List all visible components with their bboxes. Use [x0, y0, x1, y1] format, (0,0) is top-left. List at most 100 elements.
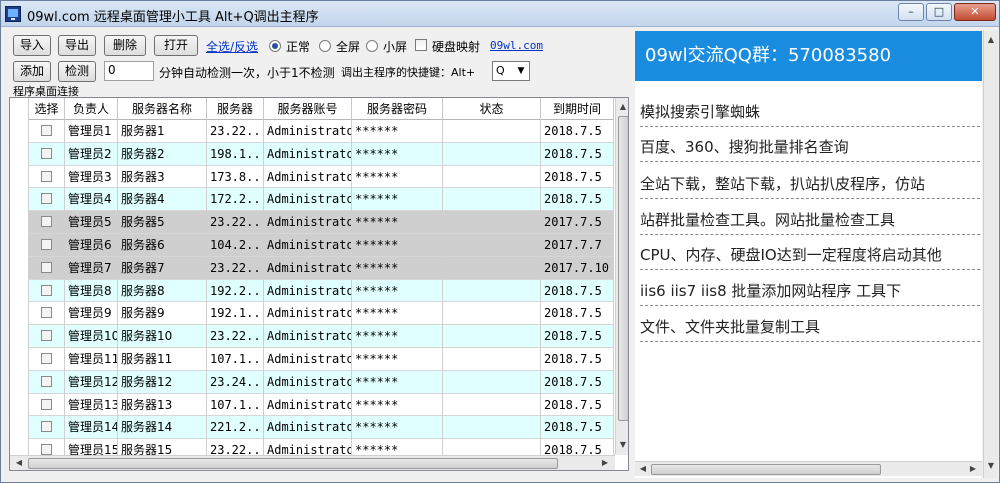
scroll-right-icon[interactable]: ▶: [966, 462, 980, 476]
table-row[interactable]: 管理员2 服务器2 198.1... Administrator ****** 2018.…: [10, 142, 614, 166]
mode-fullscreen-radio[interactable]: [319, 40, 331, 52]
mode-normal-radio[interactable]: [269, 40, 281, 52]
row-header[interactable]: [10, 302, 29, 326]
scroll-up-icon[interactable]: ▲: [616, 100, 628, 114]
disk-map-checkbox[interactable]: [415, 39, 427, 51]
horizontal-scrollbar[interactable]: ◀ ▶: [10, 455, 615, 470]
table-row[interactable]: 管理员4 服务器4 172.2... Administrator ****** 2018.…: [10, 188, 614, 212]
column-header[interactable]: 服务器账号: [264, 98, 352, 120]
row-header[interactable]: [10, 188, 29, 212]
row-header[interactable]: [10, 416, 29, 440]
ad-link[interactable]: CPU、内存、硬盘IO达到一定程度将启动其他: [640, 240, 980, 270]
select-cell[interactable]: [29, 279, 65, 303]
import-button[interactable]: 导入: [13, 35, 51, 56]
table-row[interactable]: 管理员6 服务器6 104.2... Administrator ****** 2017.…: [10, 233, 614, 257]
table-row[interactable]: 管理员7 服务器7 23.22... Administrator ****** 2017.…: [10, 256, 614, 280]
select-cell[interactable]: [29, 416, 65, 440]
row-header[interactable]: [10, 393, 29, 417]
row-header[interactable]: [10, 120, 29, 143]
row-checkbox[interactable]: [41, 238, 52, 250]
scroll-down-icon[interactable]: ▼: [616, 438, 628, 452]
row-checkbox[interactable]: [41, 170, 52, 182]
select-cell[interactable]: [29, 393, 65, 417]
table-row[interactable]: 管理员1 服务器1 23.22... Administrator ****** 2018.…: [10, 120, 614, 143]
select-cell[interactable]: [29, 233, 65, 257]
select-cell[interactable]: [29, 188, 65, 212]
export-button[interactable]: 导出: [58, 35, 96, 56]
select-cell[interactable]: [29, 302, 65, 326]
ad-link[interactable]: 文件、文件夹批量复制工具: [640, 312, 980, 342]
scroll-left-icon[interactable]: ◀: [636, 462, 650, 476]
ad-link[interactable]: 模拟搜索引擎蜘蛛: [640, 97, 980, 127]
table-row[interactable]: 管理员5 服务器5 23.22... Administrator ****** 2017.…: [10, 211, 614, 234]
row-header[interactable]: [10, 165, 29, 189]
table-row[interactable]: 管理员11 服务器11 107.1... Administrator ****** 201…: [10, 347, 614, 371]
scroll-left-icon[interactable]: ◀: [12, 456, 26, 470]
row-checkbox[interactable]: [41, 147, 52, 159]
table-row[interactable]: 管理员3 服务器3 173.8... Administrator ****** 2018.…: [10, 165, 614, 189]
open-button[interactable]: 打开: [154, 35, 198, 56]
table-row[interactable]: 管理员14 服务器14 221.2... Administrator ****** 201…: [10, 416, 614, 440]
row-checkbox[interactable]: [41, 261, 52, 273]
row-checkbox[interactable]: [41, 216, 52, 228]
qq-group-banner[interactable]: 09wl交流QQ群：570083580: [635, 31, 982, 81]
table-row[interactable]: 管理员12 服务器12 23.24... Administrator ****** 201…: [10, 370, 614, 394]
ad-horizontal-scrollbar[interactable]: ◀ ▶: [635, 461, 982, 476]
select-cell[interactable]: [29, 347, 65, 371]
title-bar[interactable]: 09wl.com 远程桌面管理小工具 Alt+Q调出主程序 – □ ✕: [1, 1, 999, 27]
select-cell[interactable]: [29, 325, 65, 348]
column-header[interactable]: 状态: [443, 98, 541, 120]
row-header[interactable]: [10, 325, 29, 348]
column-header[interactable]: 选择: [29, 98, 65, 120]
scroll-up-icon[interactable]: ▲: [984, 33, 998, 47]
row-header[interactable]: [10, 279, 29, 303]
ad-vertical-scrollbar[interactable]: ▲ ▼: [983, 31, 998, 478]
row-checkbox[interactable]: [41, 444, 52, 456]
select-cell[interactable]: [29, 142, 65, 166]
scroll-down-icon[interactable]: ▼: [984, 459, 998, 473]
mode-small-radio[interactable]: [366, 40, 378, 52]
select-cell[interactable]: [29, 120, 65, 143]
ad-link[interactable]: 百度、360、搜狗批量排名查询: [640, 132, 980, 162]
close-button[interactable]: ✕: [954, 3, 996, 21]
table-row[interactable]: 管理员10 服务器10 23.22... Administrator ****** 201…: [10, 325, 614, 348]
minimize-button[interactable]: –: [898, 3, 924, 21]
hotkey-select[interactable]: Q ▼: [492, 61, 530, 81]
vertical-scroll-thumb[interactable]: [618, 116, 628, 421]
table-row[interactable]: 管理员13 服务器13 107.1... Administrator ****** 201…: [10, 393, 614, 417]
row-header[interactable]: [10, 370, 29, 394]
row-checkbox[interactable]: [41, 352, 52, 364]
row-checkbox[interactable]: [41, 125, 52, 136]
vertical-scrollbar[interactable]: ▲ ▼: [615, 98, 628, 455]
interval-input[interactable]: 0: [104, 61, 154, 81]
table-row[interactable]: 管理员9 服务器9 192.1... Administrator ****** 2018.…: [10, 302, 614, 326]
select-cell[interactable]: [29, 370, 65, 394]
row-checkbox[interactable]: [41, 375, 52, 387]
add-button[interactable]: 添加: [13, 61, 51, 82]
row-checkbox[interactable]: [41, 398, 52, 410]
select-all-link[interactable]: 全选/反选: [206, 38, 258, 55]
select-cell[interactable]: [29, 165, 65, 189]
select-cell[interactable]: [29, 211, 65, 234]
detect-button[interactable]: 检测: [58, 61, 96, 82]
row-checkbox[interactable]: [41, 284, 52, 296]
row-checkbox[interactable]: [41, 421, 52, 433]
row-header[interactable]: [10, 233, 29, 257]
row-header[interactable]: [10, 211, 29, 234]
row-checkbox[interactable]: [41, 307, 52, 319]
column-header[interactable]: 服务器名称: [118, 98, 207, 120]
row-header[interactable]: [10, 256, 29, 280]
row-header[interactable]: [10, 142, 29, 166]
site-link[interactable]: 09wl.com: [490, 39, 543, 52]
maximize-button[interactable]: □: [926, 3, 952, 21]
ad-link[interactable]: iis6 iis7 iis8 批量添加网站程序 工具下: [640, 276, 980, 306]
row-header[interactable]: [10, 347, 29, 371]
column-header[interactable]: 负责人: [65, 98, 118, 120]
row-checkbox[interactable]: [41, 193, 52, 205]
column-header[interactable]: 服务器: [207, 98, 264, 120]
row-checkbox[interactable]: [41, 330, 52, 342]
ad-link[interactable]: 站群批量检查工具。网站批量检查工具: [640, 205, 980, 235]
delete-button[interactable]: 删除: [104, 35, 146, 56]
table-row[interactable]: 管理员8 服务器8 192.2... Administrator ****** 2018.…: [10, 279, 614, 303]
ad-link[interactable]: 全站下载，整站下载，扒站扒皮程序，仿站: [640, 169, 980, 199]
